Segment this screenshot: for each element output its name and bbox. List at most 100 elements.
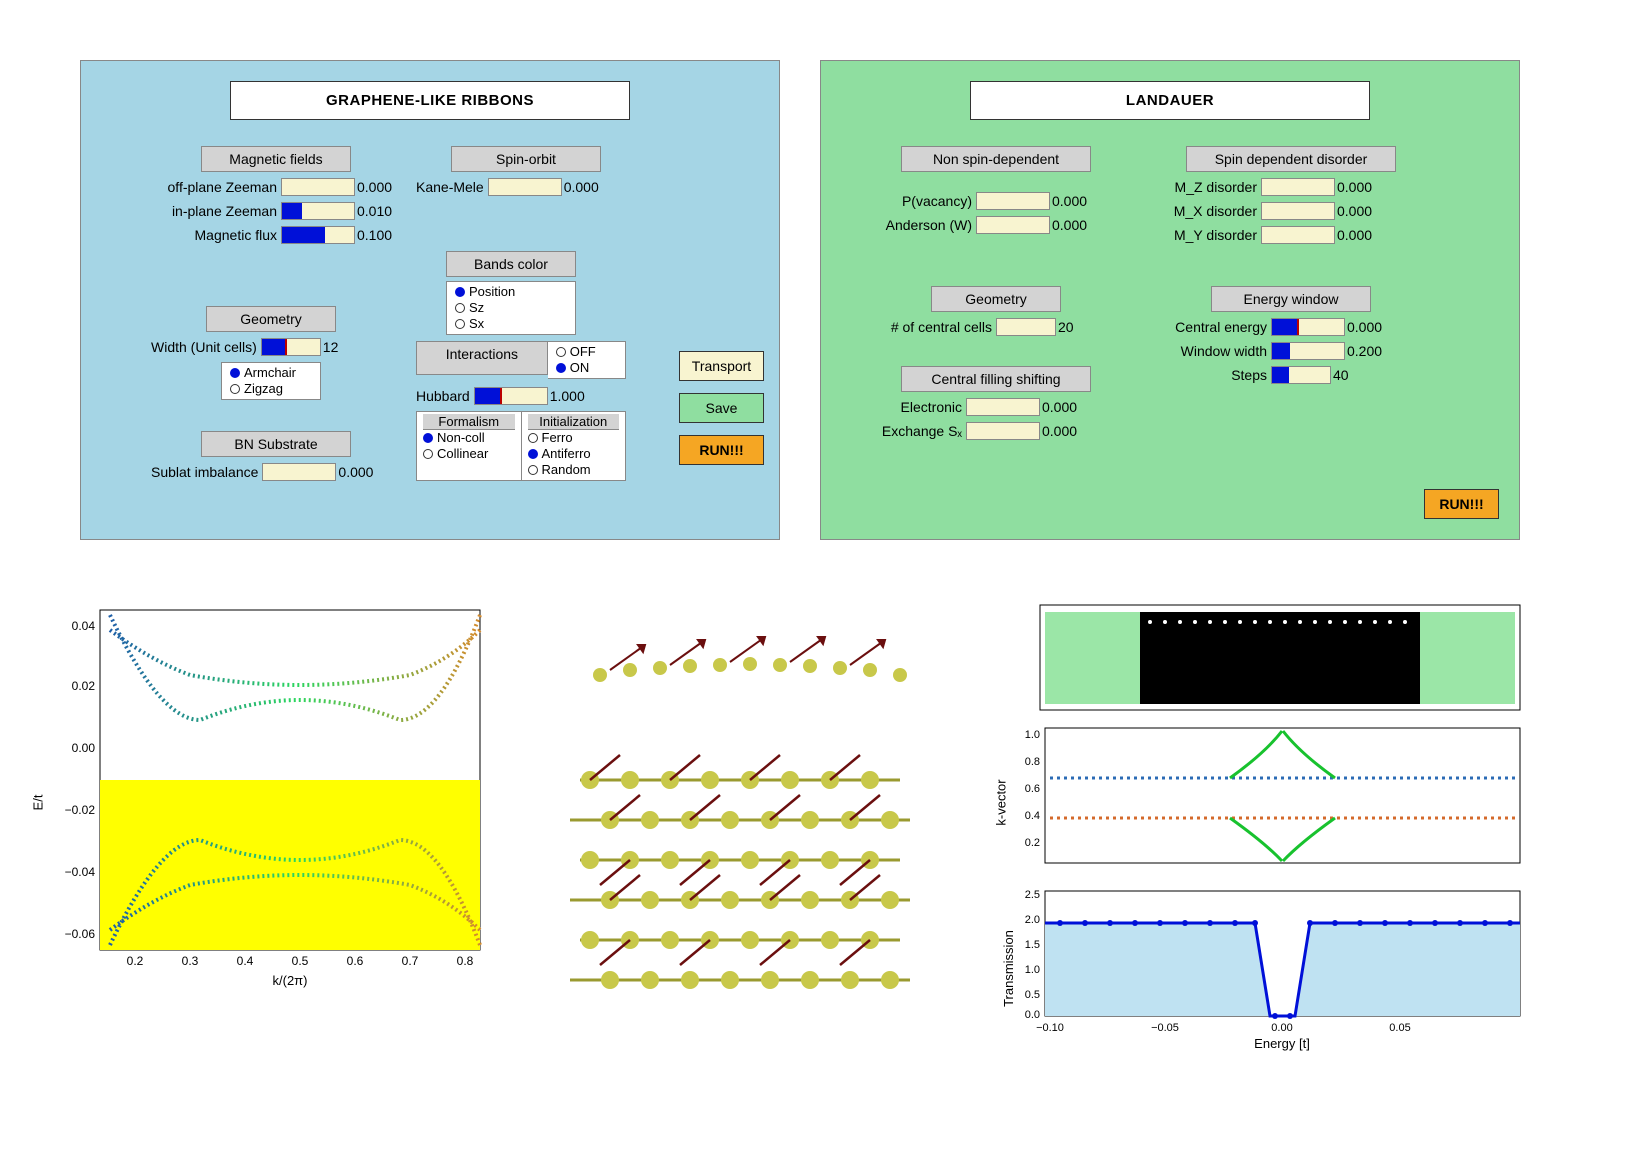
flux-label: Magnetic flux [151, 227, 281, 243]
kane-mele-slider[interactable] [488, 178, 562, 196]
spin-texture-3d [530, 600, 960, 1030]
steps-value: 40 [1331, 367, 1349, 383]
init-antiferro[interactable]: Antiferro [528, 446, 620, 462]
width-value: 12 [321, 339, 339, 355]
init-random[interactable]: Random [528, 462, 620, 478]
spin-orbit-header: Spin-orbit [451, 146, 601, 172]
svg-text:0.5: 0.5 [292, 954, 309, 968]
sublat-slider[interactable] [262, 463, 336, 481]
formalism-header: Formalism [423, 414, 515, 430]
run-button-right[interactable]: RUN!!! [1424, 489, 1499, 519]
sublat-label: Sublat imbalance [151, 464, 262, 480]
landauer-geometry-header: Geometry [931, 286, 1061, 312]
mz-slider[interactable] [1261, 178, 1335, 196]
kane-mele-value: 0.000 [562, 179, 599, 195]
svg-text:0.00: 0.00 [72, 741, 96, 755]
my-slider[interactable] [1261, 226, 1335, 244]
kvec-ylabel: k-vector [994, 779, 1009, 825]
window-width-value: 0.200 [1345, 343, 1382, 359]
bands-color-position[interactable]: Position [455, 284, 567, 300]
central-energy-slider[interactable] [1271, 318, 1345, 336]
svg-text:0.6: 0.6 [1025, 783, 1040, 795]
exchange-value: 0.000 [1040, 423, 1077, 439]
geometry-armchair[interactable]: Armchair [230, 365, 312, 381]
exchange-slider[interactable] [966, 422, 1040, 440]
svg-text:Energy [t]: Energy [t] [1254, 1036, 1310, 1051]
device-sketch [990, 600, 1530, 720]
anderson-value: 0.000 [1050, 217, 1087, 233]
svg-text:−0.06: −0.06 [65, 927, 96, 941]
svg-text:0.6: 0.6 [347, 954, 364, 968]
electronic-slider[interactable] [966, 398, 1040, 416]
anderson-label: Anderson (W) [866, 217, 976, 233]
ncells-slider[interactable] [996, 318, 1056, 336]
band-ylabel: E/t [30, 795, 45, 811]
pvac-value: 0.000 [1050, 193, 1087, 209]
initialization-header: Initialization [528, 414, 620, 430]
bands-color-header: Bands color [446, 251, 576, 277]
non-spin-header: Non spin-dependent [901, 146, 1091, 172]
ncells-value: 20 [1056, 319, 1074, 335]
svg-text:0.05: 0.05 [1389, 1022, 1410, 1034]
transport-plots-column: k-vector 1.0 0.8 0.6 0.4 0.2 Transmission [990, 600, 1530, 1059]
run-button-left[interactable]: RUN!!! [679, 435, 764, 465]
energy-header: Energy window [1211, 286, 1371, 312]
svg-text:−0.02: −0.02 [65, 803, 96, 817]
in-plane-slider[interactable] [281, 202, 355, 220]
svg-text:0.00: 0.00 [1271, 1022, 1292, 1034]
landauer-title: LANDAUER [970, 81, 1370, 120]
transmission-plot: 2.52.01.51.00.50.0 −0.10 −0.05 0.00 0.05 [990, 886, 1530, 1056]
init-ferro[interactable]: Ferro [528, 430, 620, 446]
spin-dep-header: Spin dependent disorder [1186, 146, 1396, 172]
bands-color-sx[interactable]: Sx [455, 316, 567, 332]
sublat-value: 0.000 [336, 464, 373, 480]
hubbard-slider[interactable] [474, 387, 548, 405]
exchange-label: Exchange Sₓ [866, 423, 966, 439]
my-value: 0.000 [1335, 227, 1372, 243]
svg-text:0.2: 0.2 [1025, 837, 1040, 849]
interactions-header: Interactions [416, 341, 548, 375]
off-plane-label: off-plane Zeeman [151, 179, 281, 195]
geometry-zigzag[interactable]: Zigzag [230, 381, 312, 397]
svg-text:0.8: 0.8 [1025, 756, 1040, 768]
save-button[interactable]: Save [679, 393, 764, 423]
svg-text:0.04: 0.04 [72, 619, 96, 633]
in-plane-value: 0.010 [355, 203, 392, 219]
pvac-slider[interactable] [976, 192, 1050, 210]
filling-header: Central filling shifting [901, 366, 1091, 392]
mx-slider[interactable] [1261, 202, 1335, 220]
mx-label: M_X disorder [1161, 203, 1261, 219]
electronic-value: 0.000 [1040, 399, 1077, 415]
electronic-label: Electronic [866, 399, 966, 415]
bands-color-sz[interactable]: Sz [455, 300, 567, 316]
interactions-off[interactable]: OFF [556, 344, 617, 360]
hubbard-label: Hubbard [416, 388, 474, 404]
svg-text:k/(2π): k/(2π) [273, 973, 308, 988]
flux-slider[interactable] [281, 226, 355, 244]
steps-slider[interactable] [1271, 366, 1331, 384]
central-energy-value: 0.000 [1345, 319, 1382, 335]
transport-button[interactable]: Transport [679, 351, 764, 381]
anderson-slider[interactable] [976, 216, 1050, 234]
svg-text:−0.10: −0.10 [1036, 1022, 1064, 1034]
svg-text:0.0: 0.0 [1025, 1009, 1040, 1021]
magnetic-fields-header: Magnetic fields [201, 146, 351, 172]
svg-text:0.2: 0.2 [127, 954, 144, 968]
off-plane-slider[interactable] [281, 178, 355, 196]
window-width-label: Window width [1161, 343, 1271, 359]
geometry-header: Geometry [206, 306, 336, 332]
trans-ylabel: Transmission [1001, 930, 1016, 1007]
window-width-slider[interactable] [1271, 342, 1345, 360]
ncells-label: # of central cells [866, 319, 996, 335]
width-label: Width (Unit cells) [151, 339, 261, 355]
interactions-on[interactable]: ON [556, 360, 617, 376]
svg-text:0.4: 0.4 [1025, 810, 1040, 822]
svg-text:2.0: 2.0 [1025, 914, 1040, 926]
svg-text:1.0: 1.0 [1025, 964, 1040, 976]
formalism-noncoll[interactable]: Non-coll [423, 430, 515, 446]
svg-text:0.8: 0.8 [457, 954, 474, 968]
off-plane-value: 0.000 [355, 179, 392, 195]
width-slider[interactable] [261, 338, 321, 356]
formalism-collinear[interactable]: Collinear [423, 446, 515, 462]
bands-color-options: Position Sz Sx [446, 281, 576, 335]
